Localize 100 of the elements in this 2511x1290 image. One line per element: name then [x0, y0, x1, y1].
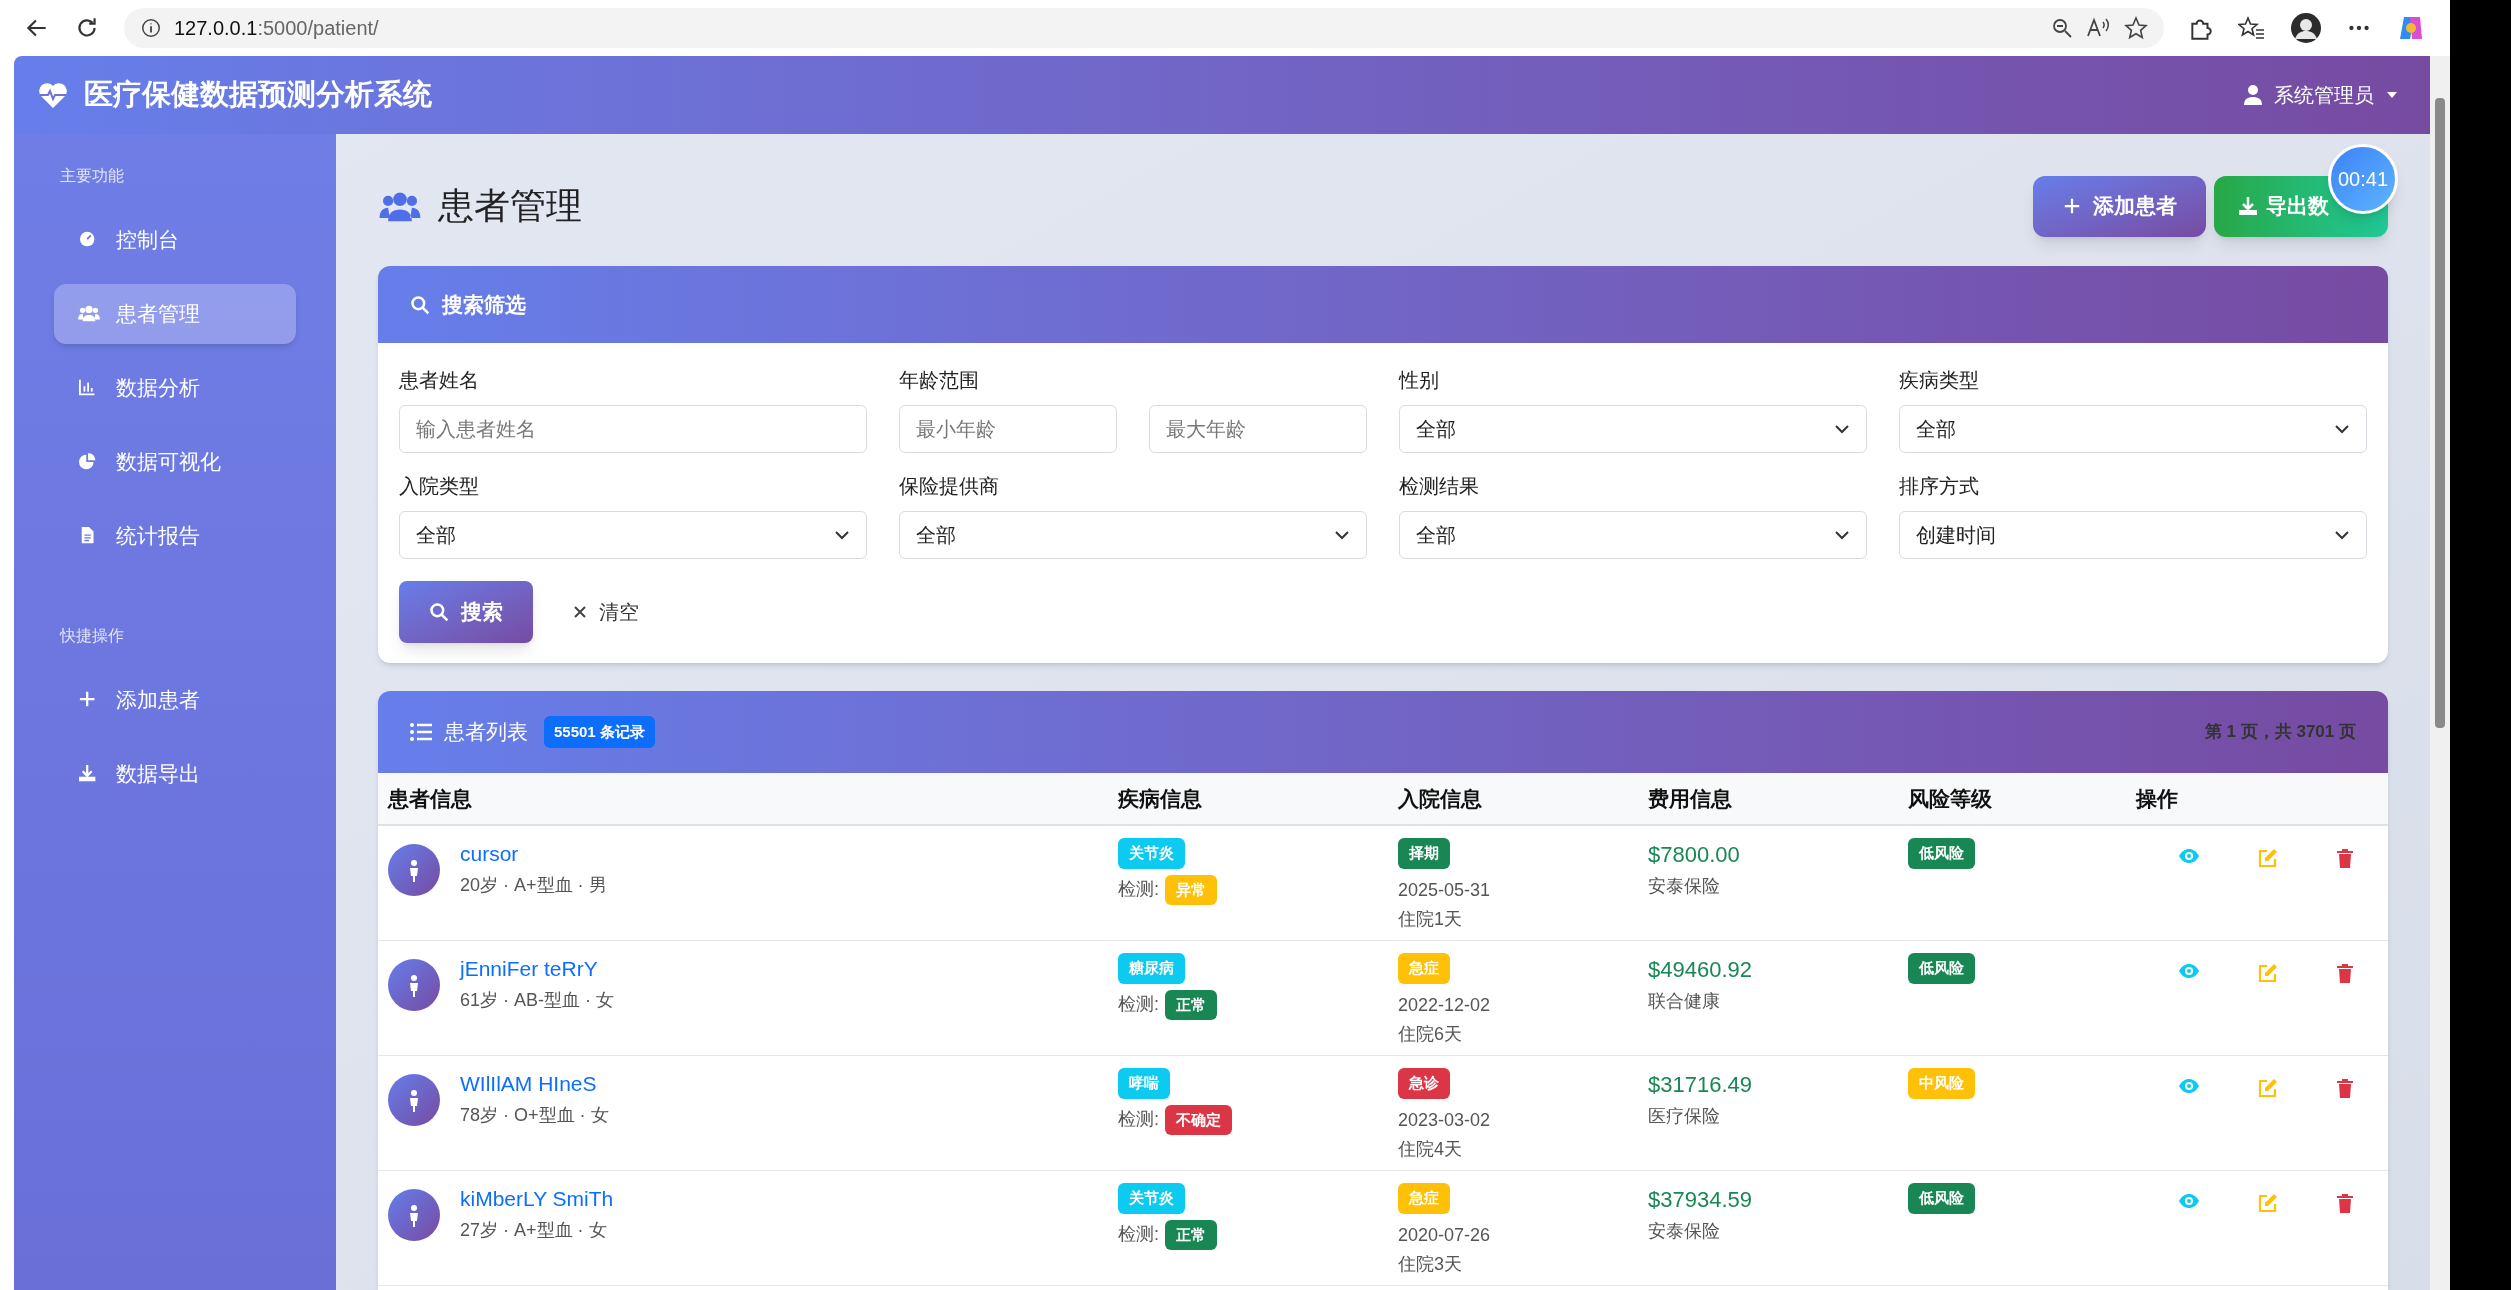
favorites-icon[interactable]: [2238, 15, 2266, 41]
select-field[interactable]: 全部: [399, 511, 867, 559]
field-label: 患者姓名: [399, 368, 480, 393]
risk-level-tag: 低风险: [1908, 838, 1975, 869]
patient-details: 27岁 · A+型血 · 女: [460, 1218, 608, 1242]
field-label: 年龄范围: [899, 368, 980, 393]
scrollbar-thumb[interactable]: [2435, 98, 2445, 728]
delete-icon[interactable]: [2336, 1078, 2354, 1098]
test-result-tag: 正常: [1165, 1219, 1217, 1250]
insurer-name: 医疗保险: [1648, 1105, 1720, 1128]
person-avatar: [388, 844, 440, 896]
select-field[interactable]: 全部: [1399, 405, 1867, 453]
admission-type-tag: 急诊: [1398, 1068, 1450, 1099]
sidebar-item[interactable]: 数据分析: [54, 358, 296, 418]
select-field[interactable]: 全部: [1899, 405, 2367, 453]
risk-level-tag: 低风险: [1908, 1183, 1975, 1214]
column-header: 疾病信息: [1118, 786, 1202, 810]
admission-date: 2022-12-02: [1398, 993, 1491, 1017]
admission-type-tag: 急症: [1398, 1183, 1450, 1214]
page-title: 患者管理: [438, 184, 582, 228]
select-field[interactable]: 创建时间: [1899, 511, 2367, 559]
chevron-down-icon: [2334, 530, 2350, 540]
disease-tag: 糖尿病: [1118, 953, 1185, 984]
sidebar-item[interactable]: 数据导出: [54, 744, 296, 804]
risk-level-tag: 低风险: [1908, 953, 1975, 984]
stay-length: 住院6天: [1398, 1022, 1462, 1046]
profile-avatar[interactable]: [2290, 12, 2322, 44]
stay-length: 住院3天: [1398, 1252, 1462, 1276]
chevron-down-icon: [2334, 424, 2350, 434]
patient-name-link[interactable]: WIlIlAM HIneS: [460, 1068, 609, 1100]
address-bar[interactable]: 127.0.0.1:5000/patient/: [124, 8, 2164, 48]
person-avatar: [388, 959, 440, 1011]
download-icon: [2238, 196, 2258, 216]
test-result-tag: 正常: [1165, 989, 1217, 1020]
patient-details: 61岁 · AB-型血 · 女: [460, 988, 615, 1012]
admission-date: 2023-03-02: [1398, 1108, 1491, 1132]
risk-level-tag: 中风险: [1908, 1068, 1975, 1099]
field-label: 检测结果: [1399, 474, 1480, 499]
field-label: 保险提供商: [899, 474, 1000, 499]
test-result-tag: 不确定: [1165, 1104, 1232, 1135]
zoom-out-icon[interactable]: [2050, 16, 2074, 40]
stay-length: 住院4天: [1398, 1137, 1462, 1161]
section-label: 快捷操作: [60, 626, 125, 646]
admission-type-tag: 急症: [1398, 953, 1450, 984]
panel-title: 患者列表: [444, 719, 528, 746]
admission-date: 2020-07-26: [1398, 1223, 1491, 1247]
record-count-badge: 55501 条记录: [544, 715, 655, 749]
input-field[interactable]: 最大年龄: [1149, 405, 1367, 453]
patient-name-link[interactable]: jEnniFer teRrY: [460, 953, 615, 985]
patient-details: 20岁 · A+型血 · 男: [460, 873, 607, 897]
timer-toast: 00:41: [2328, 144, 2398, 214]
section-label: 主要功能: [60, 166, 125, 186]
cost-amount: $37934.59: [1648, 1186, 1752, 1214]
star-icon[interactable]: [2124, 16, 2148, 40]
cost-amount: $7800.00: [1648, 841, 1740, 869]
column-header: 风险等级: [1908, 786, 1992, 810]
clear-button[interactable]: 清空: [573, 597, 639, 627]
sidebar-item[interactable]: 添加患者: [54, 670, 296, 730]
list-icon: [410, 723, 432, 741]
input-field[interactable]: 输入患者姓名: [399, 405, 867, 453]
delete-icon[interactable]: [2336, 848, 2354, 868]
sidebar-item[interactable]: 数据可视化: [54, 432, 296, 492]
admission-type-tag: 择期: [1398, 838, 1450, 869]
delete-icon[interactable]: [2336, 1193, 2354, 1213]
chevron-down-icon: [1334, 530, 1350, 540]
pagination-text: 第 1 页，共 3701 页: [2204, 721, 2356, 744]
patient-name-link[interactable]: cursor: [460, 838, 607, 870]
sidebar-item[interactable]: 统计报告: [54, 506, 296, 566]
delete-icon[interactable]: [2336, 963, 2354, 983]
chevron-down-icon: [834, 530, 850, 540]
column-header: 入院信息: [1398, 786, 1482, 810]
search-button[interactable]: 搜索: [399, 581, 533, 643]
sidebar-item[interactable]: 患者管理: [54, 284, 296, 344]
admission-date: 2025-05-31: [1398, 878, 1491, 902]
sidebar-item[interactable]: 控制台: [54, 210, 296, 270]
user-icon: [2244, 85, 2262, 105]
disease-tag: 哮喘: [1118, 1068, 1170, 1099]
user-menu[interactable]: 系统管理员: [2244, 80, 2406, 110]
test-label: 检测:: [1118, 1223, 1159, 1247]
field-label: 入院类型: [399, 474, 480, 499]
panel-title: 搜索筛选: [442, 291, 526, 318]
info-icon[interactable]: [140, 17, 162, 39]
caret-icon: [2386, 91, 2398, 99]
person-avatar: [388, 1189, 440, 1241]
heart-pulse-icon: [38, 81, 68, 109]
person-avatar: [388, 1074, 440, 1126]
test-result-tag: 异常: [1165, 874, 1217, 905]
stay-length: 住院1天: [1398, 907, 1462, 931]
patient-name-link[interactable]: kiMberLY SmiTh: [460, 1183, 614, 1215]
column-header: 患者信息: [388, 786, 472, 810]
patient-details: 78岁 · O+型血 · 女: [460, 1103, 609, 1127]
insurer-name: 安泰保险: [1648, 875, 1720, 898]
select-field[interactable]: 全部: [1399, 511, 1867, 559]
input-field[interactable]: 最小年龄: [899, 405, 1117, 453]
insurer-name: 联合健康: [1648, 990, 1720, 1013]
field-label: 性别: [1399, 368, 1440, 393]
app-title: 医疗保健数据预测分析系统: [84, 77, 432, 113]
url-text: 127.0.0.1:5000/patient/: [174, 16, 380, 41]
add-patient-button[interactable]: 添加患者: [2033, 175, 2206, 237]
select-field[interactable]: 全部: [899, 511, 1367, 559]
